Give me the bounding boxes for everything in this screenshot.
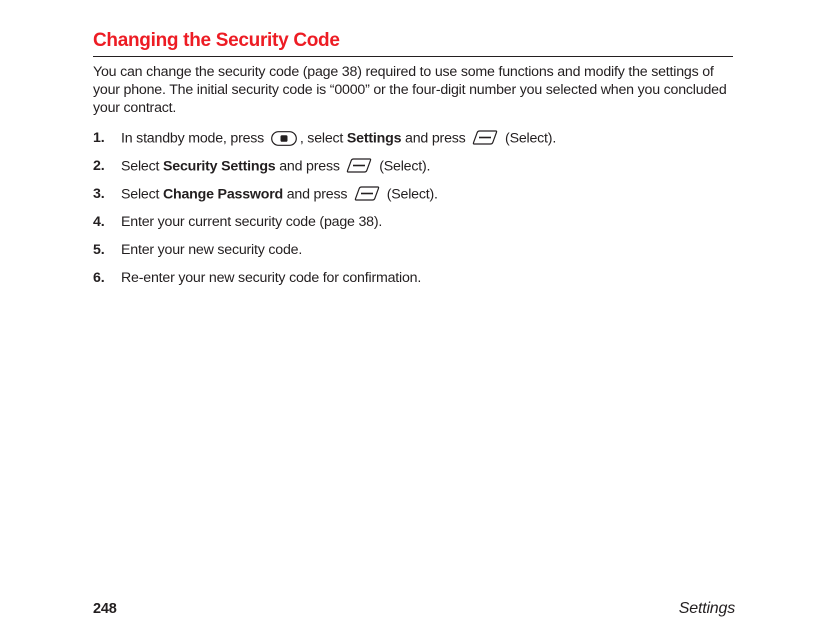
step-number: 2. [93, 158, 121, 175]
step-number: 5. [93, 242, 121, 259]
step-3: 3. Select Change Password and press (Sel… [93, 186, 735, 203]
heading-rule [93, 56, 733, 57]
text-fragment: In standby mode, press [121, 130, 268, 146]
bold-settings: Settings [347, 130, 401, 146]
step-number: 1. [93, 130, 121, 147]
step-6: 6. Re-enter your new security code for c… [93, 270, 735, 287]
step-number: 4. [93, 214, 121, 231]
text-fragment: Select [121, 186, 163, 202]
text-fragment: , select [300, 130, 347, 146]
softkey-left-icon [354, 186, 380, 203]
step-text: In standby mode, press , select Settings… [121, 130, 556, 147]
steps-list: 1. In standby mode, press , select Setti… [93, 130, 735, 288]
center-key-icon [271, 131, 297, 146]
page-footer: 248 Settings [93, 600, 735, 618]
text-fragment: and press [401, 130, 469, 146]
step-number: 6. [93, 270, 121, 287]
text-fragment: Select [121, 158, 163, 174]
page-number: 248 [93, 601, 117, 617]
step-text: Select Security Settings and press (Sele… [121, 158, 430, 175]
step-1: 1. In standby mode, press , select Setti… [93, 130, 735, 147]
step-text: Enter your current security code (page 3… [121, 214, 382, 231]
step-5: 5. Enter your new security code. [93, 242, 735, 259]
step-text: Re-enter your new security code for conf… [121, 270, 421, 287]
text-fragment: and press [275, 158, 343, 174]
softkey-left-icon [346, 158, 372, 175]
softkey-left-icon [472, 130, 498, 147]
text-fragment: and press [283, 186, 351, 202]
bold-change-password: Change Password [163, 186, 283, 202]
step-number: 3. [93, 186, 121, 203]
step-text: Select Change Password and press (Select… [121, 186, 438, 203]
intro-paragraph: You can change the security code (page 3… [93, 63, 733, 118]
step-2: 2. Select Security Settings and press (S… [93, 158, 735, 175]
bold-security-settings: Security Settings [163, 158, 276, 174]
step-4: 4. Enter your current security code (pag… [93, 214, 735, 231]
text-fragment: (Select). [383, 186, 438, 202]
section-heading: Changing the Security Code [93, 30, 735, 52]
text-fragment: (Select). [375, 158, 430, 174]
section-label: Settings [679, 600, 735, 618]
text-fragment: (Select). [501, 130, 556, 146]
step-text: Enter your new security code. [121, 242, 302, 259]
